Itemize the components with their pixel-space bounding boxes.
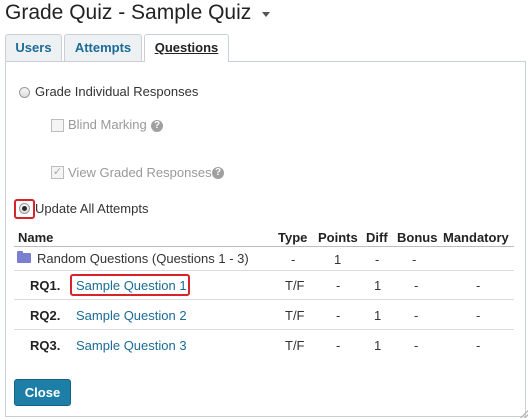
row-3-bonus: -	[414, 338, 419, 353]
title-dropdown-caret-icon[interactable]	[262, 12, 270, 17]
group-type: -	[291, 252, 296, 267]
row-3-mandatory: -	[476, 338, 481, 353]
row-1-diff: 1	[374, 278, 382, 293]
question-link-1[interactable]: Sample Question 1	[76, 278, 187, 293]
row-1-type: T/F	[285, 278, 305, 293]
row-1-bonus: -	[414, 278, 419, 293]
row-2-mandatory: -	[476, 308, 481, 323]
row-1-points: -	[336, 278, 341, 293]
row-2-id: RQ2.	[30, 308, 61, 323]
update-all-label: Update All Attempts	[35, 201, 149, 216]
col-header-mandatory: Mandatory	[443, 230, 509, 245]
col-header-bonus: Bonus	[397, 230, 438, 245]
view-graded-checkbox[interactable]: ✓	[51, 166, 64, 179]
row-3-type: T/F	[285, 338, 305, 353]
update-all-radio[interactable]	[19, 203, 30, 214]
tab-attempts-label: Attempts	[74, 40, 132, 55]
col-header-type: Type	[278, 230, 308, 245]
question-link-3[interactable]: Sample Question 3	[76, 338, 187, 353]
row-1-mandatory: -	[476, 278, 481, 293]
tab-users[interactable]: Users	[5, 34, 62, 61]
tab-attempts[interactable]: Attempts	[64, 34, 142, 61]
resize-handle-icon[interactable]	[520, 410, 528, 418]
row-2-type: T/F	[285, 308, 305, 323]
tab-users-label: Users	[15, 40, 52, 55]
row-divider	[14, 329, 514, 330]
tab-questions-label: Questions	[154, 40, 219, 55]
page-title: Grade Quiz - Sample Quiz	[5, 1, 252, 24]
row-divider	[14, 299, 514, 300]
group-points: 1	[334, 252, 342, 267]
row-divider	[14, 270, 514, 271]
view-graded-help-icon[interactable]: ?	[212, 167, 224, 179]
tab-questions[interactable]: Questions	[144, 34, 229, 62]
header-divider	[14, 246, 514, 247]
row-2-points: -	[336, 308, 341, 323]
group-diff: -	[375, 252, 380, 267]
row-2-diff: 1	[374, 308, 382, 323]
blind-marking-checkbox[interactable]	[51, 119, 64, 132]
row-1-id: RQ1.	[30, 278, 61, 293]
row-3-id: RQ3.	[30, 338, 61, 353]
close-button[interactable]: Close	[14, 379, 71, 406]
grade-individual-label: Grade Individual Responses	[35, 84, 199, 99]
question-link-2[interactable]: Sample Question 2	[76, 308, 187, 323]
folder-icon	[17, 251, 31, 263]
col-header-points: Points	[318, 230, 358, 245]
grade-individual-radio[interactable]	[19, 87, 30, 98]
blind-marking-help-icon[interactable]: ?	[151, 120, 163, 132]
col-header-diff: Diff	[366, 230, 388, 245]
view-graded-label: View Graded Responses	[68, 165, 212, 180]
col-header-name: Name	[18, 230, 54, 245]
row-3-diff: 1	[374, 338, 382, 353]
row-3-points: -	[336, 338, 341, 353]
row-2-bonus: -	[414, 308, 419, 323]
blind-marking-label: Blind Marking	[68, 117, 147, 132]
group-bonus: -	[412, 252, 417, 267]
group-name: Random Questions (Questions 1 - 3)	[37, 251, 249, 266]
